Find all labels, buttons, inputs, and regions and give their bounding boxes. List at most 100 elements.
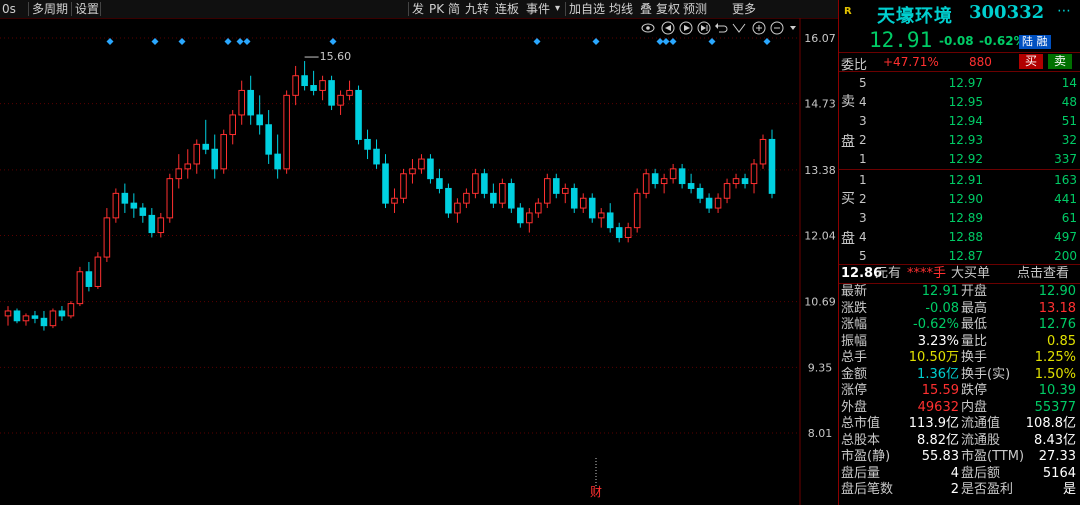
- adjust-button[interactable]: 复权: [656, 1, 680, 17]
- order-book-row[interactable]: 1 12.91 163: [839, 171, 1080, 190]
- order-book-row[interactable]: 3 12.89 61: [839, 209, 1080, 228]
- big-order-stars: ****手: [907, 266, 947, 281]
- more-icon[interactable]: ⋯: [1057, 3, 1071, 19]
- order-book-row[interactable]: 3 12.94 51: [839, 112, 1080, 131]
- book-price: 12.90: [948, 192, 983, 206]
- book-level: 2: [859, 133, 867, 147]
- order-book-row[interactable]: 2 12.93 32: [839, 131, 1080, 150]
- book-volume: 61: [1061, 211, 1077, 225]
- candle-body: [472, 173, 479, 194]
- order-book-row[interactable]: 4 12.88 497: [839, 228, 1080, 247]
- order-book-row[interactable]: 4 12.95 48: [839, 93, 1080, 112]
- add-watchlist-button[interactable]: 加自选: [569, 1, 605, 17]
- order-book-row[interactable]: 5 12.97 14: [839, 74, 1080, 93]
- last-price: 12.91: [869, 28, 933, 52]
- buy-book: 买盘 1 12.91 163 2 12.90 441 3 12.89 61 4 12.88 497 5 1…: [839, 169, 1080, 265]
- candle-body: [561, 187, 569, 194]
- candle-body: [687, 183, 695, 189]
- candle-body: [418, 158, 425, 170]
- candle-body: [759, 138, 767, 165]
- stat-value: 3.23%: [917, 333, 959, 349]
- buy-button[interactable]: 买: [1019, 54, 1043, 69]
- overlay-button[interactable]: 叠: [640, 1, 652, 17]
- order-book-row[interactable]: 2 12.90 441: [839, 190, 1080, 209]
- event-marker-icon: [656, 38, 664, 45]
- candle-body: [624, 227, 632, 238]
- candle-body: [705, 197, 713, 209]
- candle-body: [391, 197, 398, 204]
- candle-body: [85, 271, 93, 287]
- stat-label: 振幅: [841, 333, 868, 349]
- candle-body: [76, 271, 84, 305]
- event-button[interactable]: 事件: [526, 1, 550, 17]
- stat-value: 113.9亿: [908, 416, 959, 431]
- stat-label: 量比: [961, 333, 988, 349]
- candle-body: [175, 168, 183, 180]
- stat-label: 流通股: [961, 432, 1001, 448]
- weibi-num: 880: [969, 55, 992, 69]
- candle-body: [166, 178, 174, 219]
- candle-body: [364, 138, 371, 150]
- stat-value: 10.50万: [908, 350, 959, 365]
- multi-period-button[interactable]: 多周期: [32, 1, 68, 17]
- big-order-link[interactable]: 点击查看: [1017, 265, 1069, 283]
- book-price: 12.95: [948, 95, 983, 109]
- candle-body: [247, 89, 254, 116]
- big-order-row[interactable]: 12.86 元有 ****手 大买单 点击查看: [839, 265, 1080, 283]
- stat-value: 是: [1062, 482, 1076, 497]
- jian-button[interactable]: 简: [448, 1, 460, 17]
- event-dropdown-icon[interactable]: ▾: [555, 1, 560, 17]
- event-marker-icon: [224, 38, 232, 45]
- candle-body: [508, 183, 515, 209]
- forecast-button[interactable]: 预测: [683, 1, 707, 17]
- book-level: 4: [859, 95, 867, 109]
- ma-button[interactable]: 均线: [609, 1, 633, 17]
- toolbar-divider: [71, 2, 72, 16]
- candle-body: [13, 310, 21, 322]
- stats-row: 总市值 113.9亿 流通值 108.8亿: [839, 416, 1080, 433]
- candle-body: [58, 310, 66, 317]
- candle-body: [714, 197, 722, 209]
- stat-value: 55377: [1034, 399, 1076, 415]
- book-level: 4: [859, 230, 867, 244]
- jiuzhuan-button[interactable]: 九转: [465, 1, 489, 17]
- candlestick-chart[interactable]: 16.07 14.73 13.38 12.04 10.69 9.35 8.01 15.60 财: [0, 18, 838, 505]
- candle-body: [211, 148, 219, 170]
- settings-button[interactable]: 设置: [75, 1, 99, 17]
- candle-body: [229, 114, 236, 136]
- stats-row: 涨停 15.59 跌停 10.39: [839, 383, 1080, 400]
- pk-button[interactable]: PK: [429, 1, 444, 17]
- stat-label: 市盈(静): [841, 449, 891, 464]
- book-price: 12.94: [948, 114, 983, 128]
- candle-body: [490, 192, 497, 204]
- candle-body: [67, 303, 75, 317]
- stat-label: 换手(实): [961, 366, 1011, 382]
- stat-value: 0.85: [1047, 333, 1076, 349]
- fa-button[interactable]: 发: [412, 1, 424, 17]
- event-marker-icon: [178, 38, 186, 45]
- candle-body: [40, 317, 48, 327]
- candle-body: [319, 80, 326, 91]
- candle-body: [103, 217, 111, 258]
- candle-body: [328, 80, 335, 106]
- chart-toolbar: 0s 多周期 设置 发 PK 简 九转 连板 事件 ▾ 加自选 均线 叠 复权 …: [0, 0, 838, 19]
- candle-body: [732, 178, 740, 185]
- period-label[interactable]: 0s: [2, 1, 16, 17]
- candle-body: [768, 138, 776, 194]
- event-marker-icon: [763, 38, 771, 45]
- stats-row: 外盘 49632 内盘 55377: [839, 400, 1080, 417]
- sell-button[interactable]: 卖: [1048, 54, 1072, 69]
- candle-body: [94, 256, 102, 287]
- book-price: 12.88: [948, 230, 983, 244]
- stock-name: 天壕环境: [877, 6, 953, 27]
- candle-body: [4, 310, 12, 317]
- stat-label: 涨停: [841, 383, 868, 398]
- event-marker-icon: [151, 38, 159, 45]
- lianban-button[interactable]: 连板: [495, 1, 519, 17]
- more-button[interactable]: 更多: [732, 1, 756, 17]
- candle-body: [552, 178, 560, 194]
- candle-body: [301, 75, 308, 87]
- weibi-pct: +47.71%: [883, 55, 939, 69]
- order-book-row[interactable]: 1 12.92 337: [839, 150, 1080, 169]
- candle-body: [283, 94, 290, 170]
